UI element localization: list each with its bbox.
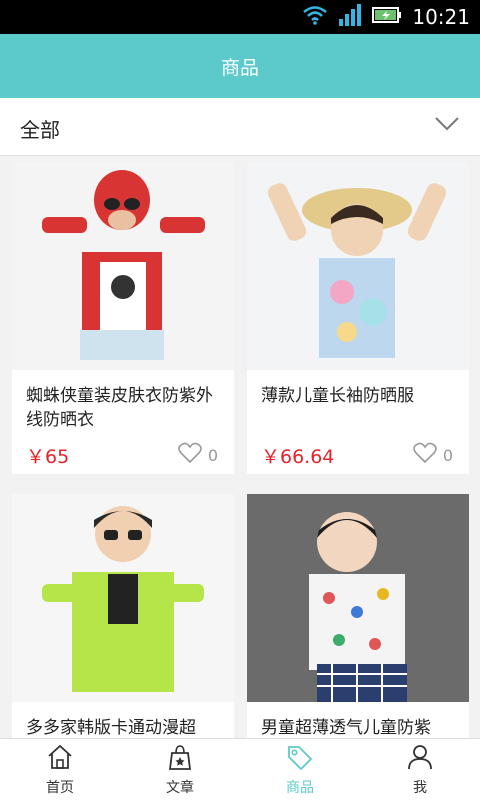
status-icons: 10:21 [302, 0, 470, 34]
product-image[interactable] [247, 494, 469, 702]
product-title: 薄款儿童长袖防晒服 [261, 386, 414, 406]
product-card[interactable]: 薄款儿童长袖防晒服 ￥66.64 0 [247, 162, 469, 474]
signal-icon [338, 4, 362, 30]
home-icon [46, 744, 74, 774]
product-card[interactable]: 多多家韩版卡通动漫超 [12, 494, 234, 738]
nav-item-me[interactable]: 我 [360, 739, 480, 800]
nav-item-articles[interactable]: 文章 [120, 739, 240, 800]
nav-label: 商品 [286, 780, 314, 796]
bag-icon [166, 744, 194, 774]
nav-label: 我 [413, 780, 427, 796]
chevron-down-icon[interactable] [434, 116, 460, 136]
bottom-nav: 首页 文章 商品 我 [0, 738, 480, 800]
status-time: 10:21 [412, 5, 470, 29]
nav-item-products[interactable]: 商品 [240, 739, 360, 800]
user-icon [406, 744, 434, 774]
product-card[interactable]: 男童超薄透气儿童防紫 [247, 494, 469, 738]
product-title: 蜘蛛侠童装皮肤衣防紫外线防晒衣 [26, 386, 213, 430]
nav-label: 文章 [166, 780, 194, 796]
page-title: 商品 [220, 56, 259, 79]
nav-item-home[interactable]: 首页 [0, 739, 120, 800]
like-count: 0 [207, 445, 218, 465]
status-bar: 10:21 [0, 0, 480, 34]
product-image[interactable] [12, 494, 234, 702]
heart-icon [413, 442, 437, 468]
nav-label: 首页 [46, 780, 74, 796]
like-count: 0 [442, 445, 453, 465]
product-price: ￥66.64 [261, 446, 335, 468]
wifi-icon [302, 5, 328, 29]
title-bar: 商品 [0, 34, 480, 98]
category-filter[interactable]: 全部 [0, 98, 480, 156]
product-title: 男童超薄透气儿童防紫 [261, 718, 431, 738]
product-card[interactable]: 蜘蛛侠童装皮肤衣防紫外线防晒衣 ￥65 0 [12, 162, 234, 474]
product-price: ￥65 [26, 446, 70, 468]
like-button[interactable]: 0 [178, 442, 218, 468]
product-image[interactable] [12, 162, 234, 370]
product-title: 多多家韩版卡通动漫超 [26, 718, 196, 738]
like-button[interactable]: 0 [413, 442, 453, 468]
tag-icon [286, 744, 314, 774]
filter-label: 全部 [20, 118, 60, 142]
heart-icon [178, 442, 202, 468]
battery-icon [372, 6, 402, 28]
product-image[interactable] [247, 162, 469, 370]
